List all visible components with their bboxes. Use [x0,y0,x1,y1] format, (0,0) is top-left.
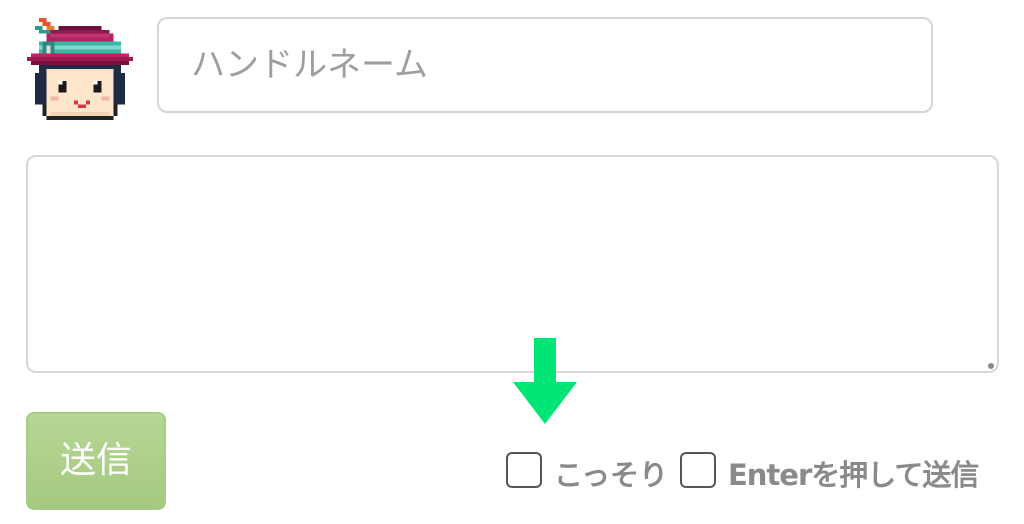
stealth-label[interactable]: こっそり [554,452,668,494]
arrow-down-icon [513,338,577,424]
enter-to-send-checkbox[interactable] [679,452,716,488]
pixel-avatar-hat-icon [27,18,133,120]
textarea-resize-handle[interactable] [988,363,994,369]
stealth-checkbox[interactable] [506,452,542,488]
avatar[interactable] [26,18,134,120]
handle-name-input[interactable] [157,17,933,113]
chat-post-form: 送信 こっそり Enterを押して送信 [0,0,1024,524]
enter-to-send-label[interactable]: Enterを押して送信 [728,452,979,494]
send-button[interactable]: 送信 [26,412,166,510]
send-options: こっそり Enterを押して送信 [506,446,979,494]
